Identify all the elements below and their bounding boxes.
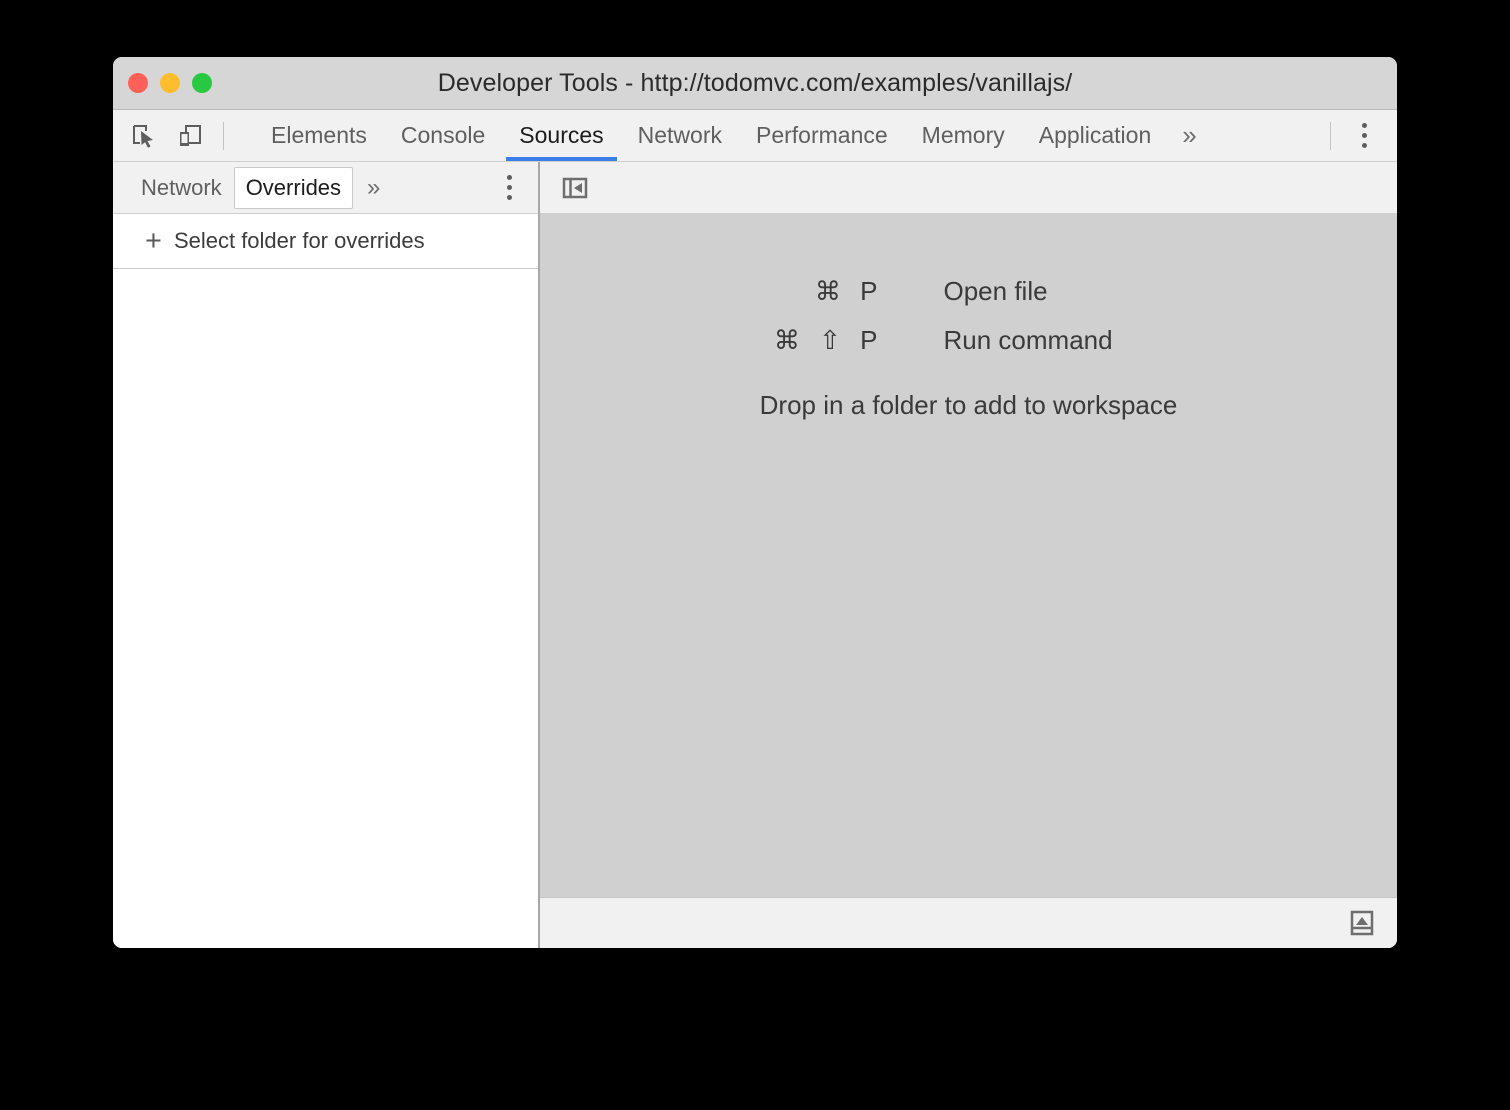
toolbar-right-divider bbox=[1330, 122, 1331, 150]
select-folder-label: Select folder for overrides bbox=[174, 228, 425, 254]
navigator-menu-icon[interactable] bbox=[496, 173, 522, 203]
tab-console[interactable]: Console bbox=[384, 110, 502, 161]
close-window-button[interactable] bbox=[128, 73, 148, 93]
navigator-tab-bar: Network Overrides » bbox=[113, 162, 538, 214]
main-tab-bar-right bbox=[1328, 121, 1397, 151]
more-subtabs-icon[interactable]: » bbox=[353, 167, 394, 209]
shortcut-run-command-label: Run command bbox=[944, 325, 1244, 356]
editor-placeholder: ⌘ P Open file ⌘ ⇧ P Run command Drop in … bbox=[540, 214, 1397, 897]
editor-toolbar bbox=[540, 162, 1397, 214]
device-toolbar-icon[interactable] bbox=[175, 121, 205, 151]
devtools-window: Developer Tools - http://todomvc.com/exa… bbox=[113, 57, 1397, 948]
toolbar-icon-group bbox=[129, 121, 240, 151]
editor-pane: ⌘ P Open file ⌘ ⇧ P Run command Drop in … bbox=[540, 162, 1397, 948]
toolbar-divider bbox=[223, 122, 224, 150]
navigator-sidebar: Network Overrides » + Select folder for … bbox=[113, 162, 540, 948]
editor-footer bbox=[540, 897, 1397, 948]
main-tab-bar: Elements Console Sources Network Perform… bbox=[113, 110, 1397, 162]
panel-tabs: Elements Console Sources Network Perform… bbox=[254, 110, 1211, 161]
tab-application[interactable]: Application bbox=[1022, 110, 1169, 161]
traffic-lights bbox=[128, 73, 212, 93]
tab-performance[interactable]: Performance bbox=[739, 110, 905, 161]
main-menu-icon[interactable] bbox=[1351, 121, 1377, 151]
shortcut-run-command-keys: ⌘ ⇧ P bbox=[694, 325, 944, 356]
tab-network[interactable]: Network bbox=[621, 110, 739, 161]
select-folder-for-overrides-button[interactable]: + Select folder for overrides bbox=[113, 214, 538, 269]
more-tabs-icon[interactable]: » bbox=[1168, 110, 1210, 161]
subtab-overrides[interactable]: Overrides bbox=[234, 167, 353, 209]
shortcut-open-file-label: Open file bbox=[944, 276, 1244, 307]
shortcut-run-command: ⌘ ⇧ P Run command bbox=[694, 325, 1244, 356]
tab-sources[interactable]: Sources bbox=[502, 110, 620, 161]
panel-body: Network Overrides » + Select folder for … bbox=[113, 162, 1397, 948]
tab-elements[interactable]: Elements bbox=[254, 110, 384, 161]
drop-folder-hint: Drop in a folder to add to workspace bbox=[760, 390, 1178, 421]
plus-icon: + bbox=[145, 227, 162, 256]
show-drawer-icon[interactable] bbox=[1347, 908, 1377, 938]
inspect-element-icon[interactable] bbox=[129, 121, 159, 151]
collapse-sidebar-icon[interactable] bbox=[560, 173, 590, 203]
tab-memory[interactable]: Memory bbox=[905, 110, 1022, 161]
shortcut-open-file: ⌘ P Open file bbox=[694, 276, 1244, 307]
subtab-network[interactable]: Network bbox=[129, 167, 234, 209]
minimize-window-button[interactable] bbox=[160, 73, 180, 93]
shortcut-open-file-keys: ⌘ P bbox=[694, 276, 944, 307]
title-bar: Developer Tools - http://todomvc.com/exa… bbox=[113, 57, 1397, 110]
window-title: Developer Tools - http://todomvc.com/exa… bbox=[113, 69, 1397, 98]
overrides-file-list bbox=[113, 269, 538, 948]
maximize-window-button[interactable] bbox=[192, 73, 212, 93]
